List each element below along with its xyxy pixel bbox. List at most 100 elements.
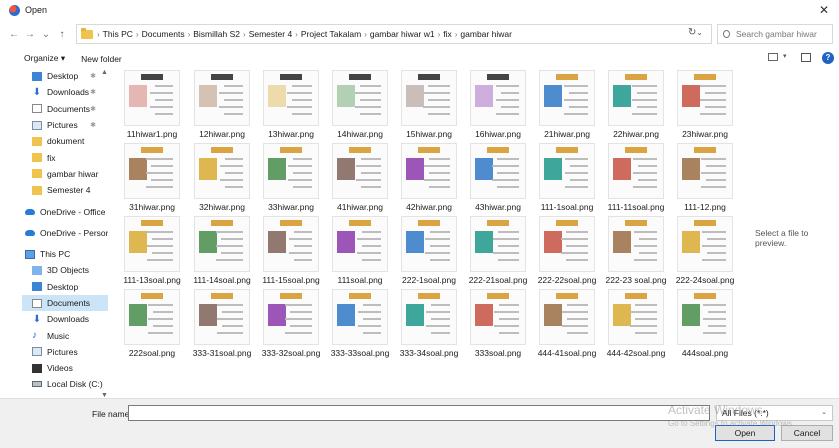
file-item[interactable]: 444soal.png	[673, 289, 737, 361]
breadcrumb-separator[interactable]: ›	[136, 30, 139, 39]
file-item[interactable]: 222soal.png	[120, 289, 184, 361]
help-icon[interactable]: ?	[822, 52, 834, 64]
file-item[interactable]: 33hiwar.png	[259, 143, 323, 215]
sidebar-item-pictures[interactable]: Pictures ✱	[22, 117, 108, 133]
scroll-up-icon[interactable]: ▲	[101, 69, 108, 76]
new-folder-button[interactable]: New folder	[81, 54, 122, 64]
breadcrumb-separator[interactable]: ›	[364, 30, 367, 39]
sidebar-item-documents[interactable]: Documents ✱	[22, 101, 108, 117]
sidebar-item-fix[interactable]: fix	[22, 149, 108, 165]
breadcrumb-item[interactable]: fix	[443, 29, 452, 39]
file-item[interactable]: 42hiwar.png	[397, 143, 461, 215]
chevron-down-icon[interactable]: ⌄	[696, 28, 703, 37]
up-arrow-icon[interactable]: ↑	[54, 29, 70, 40]
file-item[interactable]: 111-15soal.png	[259, 216, 323, 288]
close-icon[interactable]: ✕	[819, 3, 829, 17]
file-item[interactable]: 222-24soal.png	[673, 216, 737, 288]
navigation-pane[interactable]: Desktop ✱ ⬇ Downloads ✱ Documents ✱ Pictures ✱ do…	[22, 68, 108, 398]
sidebar-item-onedrive-persor[interactable]: OneDrive - Persor	[22, 225, 108, 241]
file-item[interactable]: 222-1soal.png	[397, 216, 461, 288]
sidebar-item-onedrive-office[interactable]: OneDrive - Office	[22, 203, 108, 219]
file-name: 333soal.png	[474, 348, 522, 358]
address-bar[interactable]: › This PC › Documents › Bismillah S2 › Semester…	[76, 24, 712, 44]
breadcrumb-item[interactable]: This PC	[103, 29, 133, 39]
file-item[interactable]: 111soal.png	[328, 216, 392, 288]
back-arrow-icon[interactable]: ←	[6, 29, 22, 40]
breadcrumb-item[interactable]: Bismillah S2	[193, 29, 240, 39]
desktop-icon	[32, 282, 42, 292]
file-item[interactable]: 22hiwar.png	[604, 70, 668, 142]
breadcrumb-item[interactable]: gambar hiwar w1	[370, 29, 435, 39]
sidebar-item-label: Downloads	[47, 87, 90, 98]
file-item[interactable]: 111-1soal.png	[535, 143, 599, 215]
sidebar-item-gambar-hiwar[interactable]: gambar hiwar	[22, 166, 108, 182]
file-list[interactable]: 11hiwar1.png 12hiwar.png 13hiwar.png 14hiwa…	[120, 70, 740, 390]
breadcrumb-separator[interactable]: ›	[295, 30, 298, 39]
breadcrumb-item[interactable]: gambar hiwar	[460, 29, 512, 39]
file-item[interactable]: 13hiwar.png	[259, 70, 323, 142]
file-item[interactable]: 32hiwar.png	[190, 143, 254, 215]
organize-button[interactable]: Organize ▾	[24, 53, 65, 64]
sidebar-item-documents[interactable]: Documents	[22, 294, 108, 312]
sidebar-item-desktop[interactable]: Desktop	[22, 279, 108, 295]
sidebar-item-downloads[interactable]: ⬇ Downloads ✱	[22, 84, 108, 100]
sidebar-item-this-pc[interactable]: This PC	[22, 246, 108, 262]
file-name: 41hiwar.png	[337, 202, 383, 212]
file-item[interactable]: 15hiwar.png	[397, 70, 461, 142]
file-item[interactable]: 444-42soal.png	[604, 289, 668, 361]
breadcrumb-item[interactable]: Documents	[142, 29, 185, 39]
file-item[interactable]: 333-33soal.png	[328, 289, 392, 361]
view-options-icon[interactable]	[768, 53, 778, 61]
file-item[interactable]: 444-41soal.png	[535, 289, 599, 361]
sidebar-item-semester-4[interactable]: Semester 4	[22, 182, 108, 198]
sidebar-item-local-disk-c[interactable]: Local Disk (C:)	[22, 376, 108, 392]
preview-pane-icon[interactable]	[801, 53, 811, 62]
sidebar-item-label: fix	[47, 152, 56, 163]
sidebar-item-3d-objects[interactable]: 3D Objects	[22, 262, 108, 278]
forward-arrow-icon[interactable]: →	[22, 29, 38, 40]
file-thumbnail	[332, 70, 388, 126]
file-thumbnail	[263, 216, 319, 272]
sidebar-item-label: Pictures	[47, 346, 78, 357]
file-item[interactable]: 333-32soal.png	[259, 289, 323, 361]
breadcrumb-separator[interactable]: ›	[97, 30, 100, 39]
view-dropdown-icon[interactable]: ▾	[783, 52, 787, 60]
sidebar-item-downloads[interactable]: ⬇ Downloads	[22, 311, 108, 327]
file-item[interactable]: 16hiwar.png	[466, 70, 530, 142]
sidebar-item-music[interactable]: ♪ Music	[22, 327, 108, 343]
sidebar-item-dokument[interactable]: dokument	[22, 133, 108, 149]
breadcrumb-separator[interactable]: ›	[243, 30, 246, 39]
breadcrumb-item[interactable]: Semester 4	[249, 29, 292, 39]
file-thumbnail	[401, 289, 457, 345]
file-item[interactable]: 12hiwar.png	[190, 70, 254, 142]
file-item[interactable]: 14hiwar.png	[328, 70, 392, 142]
file-item[interactable]: 333-34soal.png	[397, 289, 461, 361]
file-item[interactable]: 111-14soal.png	[190, 216, 254, 288]
file-item[interactable]: 333-31soal.png	[190, 289, 254, 361]
file-item[interactable]: 111-12.png	[673, 143, 737, 215]
file-item[interactable]: 43hiwar.png	[466, 143, 530, 215]
file-item[interactable]: 23hiwar.png	[673, 70, 737, 142]
breadcrumb-separator[interactable]: ›	[455, 30, 458, 39]
file-item[interactable]: 11hiwar1.png	[120, 70, 184, 142]
breadcrumb-separator[interactable]: ›	[438, 30, 441, 39]
file-item[interactable]: 222-22soal.png	[535, 216, 599, 288]
file-item[interactable]: 333soal.png	[466, 289, 530, 361]
breadcrumb-separator[interactable]: ›	[188, 30, 191, 39]
file-item[interactable]: 31hiwar.png	[120, 143, 184, 215]
file-item[interactable]: 111-11soal.png	[604, 143, 668, 215]
file-item[interactable]: 222-23 soal.png	[604, 216, 668, 288]
file-item[interactable]: 222-21soal.png	[466, 216, 530, 288]
search-input[interactable]	[736, 29, 832, 39]
search-box[interactable]	[717, 24, 833, 44]
file-name-input[interactable]	[128, 405, 710, 421]
refresh-icon[interactable]: ↻	[688, 27, 696, 38]
file-item[interactable]: 41hiwar.png	[328, 143, 392, 215]
recent-locations-icon[interactable]: ⌄	[38, 29, 54, 40]
sidebar-item-pictures[interactable]: Pictures	[22, 344, 108, 360]
breadcrumb-item[interactable]: Project Takalam	[301, 29, 361, 39]
sidebar-item-videos[interactable]: Videos	[22, 360, 108, 376]
file-item[interactable]: 21hiwar.png	[535, 70, 599, 142]
file-item[interactable]: 111-13soal.png	[120, 216, 184, 288]
sidebar-item-desktop[interactable]: Desktop ✱	[22, 68, 108, 84]
